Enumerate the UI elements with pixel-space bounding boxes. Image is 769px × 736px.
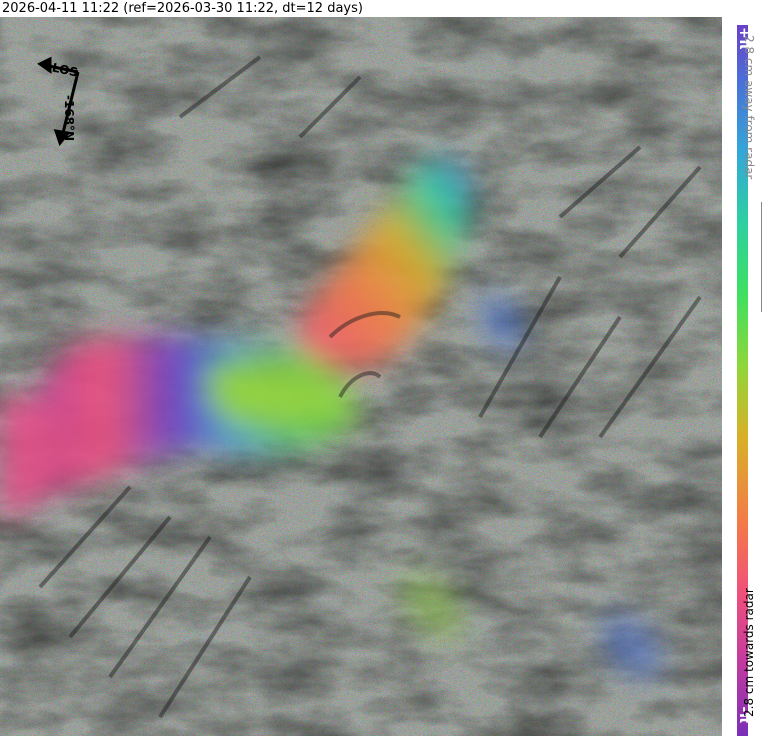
interferogram-map: LOS -168°N <box>0 17 722 736</box>
terrain-phase-image <box>0 17 722 736</box>
towards-radar-label: 2.8 cm towards radar <box>742 588 756 717</box>
away-from-radar-label: 2.8 cm away from radar <box>742 35 756 180</box>
away-arrow-line <box>761 202 762 312</box>
image-title: 2026-04-11 11:22 (ref=2026-03-30 11:22, … <box>0 0 724 17</box>
heading-label: -168°N <box>62 95 76 142</box>
colorbar-legend: +π -π 2.8 cm away from radar 2.8 cm towa… <box>722 17 769 736</box>
